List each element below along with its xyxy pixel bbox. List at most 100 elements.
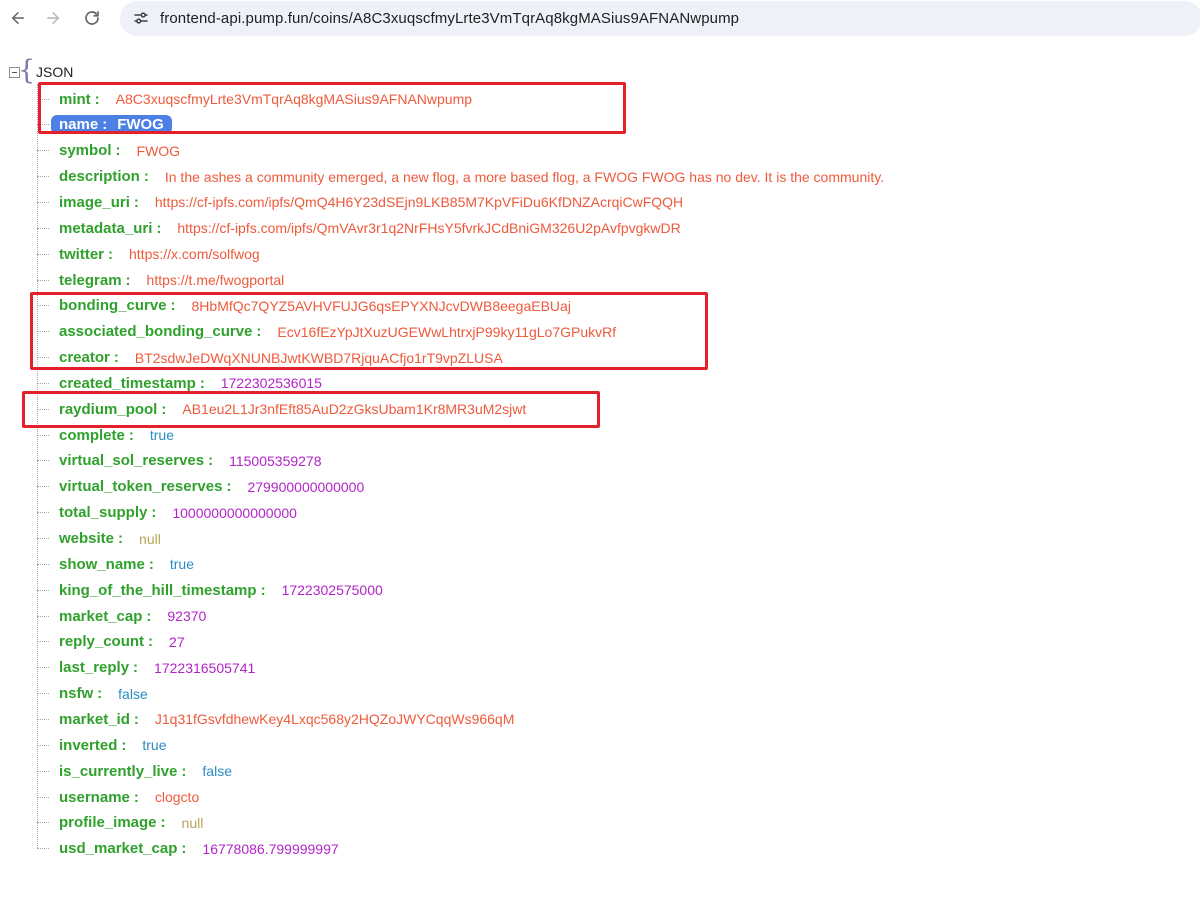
json-value: BT2sdwJeDWqXNUNBJwtKWBD7RjquACfjo1rT9vpZ… — [134, 349, 503, 366]
json-key: nsfw: — [59, 685, 102, 702]
json-key: show_name: — [59, 556, 154, 573]
json-key: market_cap: — [59, 608, 151, 625]
json-viewer: { JSON mint: A8C3xuqscfmyLrte3VmTqrAq8kgM… — [0, 0, 1200, 900]
json-key-text: virtual_sol_reserves — [59, 452, 205, 470]
json-key-text: metadata_uri — [59, 219, 153, 237]
json-row-description[interactable]: description: In the ashes a community eme… — [37, 165, 884, 189]
json-key: username: — [59, 789, 139, 806]
key-colon: : — [148, 633, 154, 651]
json-key: name: — [59, 116, 107, 133]
json-key-text: raydium_pool — [59, 400, 158, 418]
key-colon: : — [133, 193, 139, 211]
json-key: usd_market_cap: — [59, 840, 186, 857]
root-label: JSON — [36, 64, 74, 80]
json-key-text: twitter — [59, 245, 104, 263]
key-colon: : — [133, 710, 139, 728]
json-key: reply_count: — [59, 633, 153, 650]
json-key: profile_image: — [59, 814, 166, 831]
key-colon: : — [208, 452, 214, 470]
json-key-text: symbol — [59, 142, 112, 160]
json-key: inverted: — [59, 737, 126, 754]
json-key: symbol: — [59, 142, 121, 159]
json-value: A8C3xuqscfmyLrte3VmTqrAq8kgMASius9AFNANw… — [115, 91, 473, 107]
json-value: 1722302536015 — [220, 375, 322, 392]
json-row-reply-count[interactable]: reply_count:27 — [37, 630, 185, 654]
key-colon: : — [133, 659, 139, 677]
json-key-text: description — [59, 168, 140, 186]
json-value: 115005359278 — [229, 452, 322, 469]
key-colon: : — [151, 504, 157, 522]
json-row-bonding-curve[interactable]: bonding_curve:8HbMfQc7QYZ5AVHVFUJG6qsEPY… — [37, 294, 571, 318]
json-key: raydium_pool: — [59, 401, 166, 418]
json-key: virtual_sol_reserves: — [59, 452, 213, 469]
key-colon: : — [133, 788, 139, 806]
json-row-telegram[interactable]: telegram: https://t.me/fwogportal — [37, 268, 284, 292]
key-colon: : — [181, 840, 187, 858]
json-key: metadata_uri: — [59, 220, 161, 237]
json-key: king_of_the_hill_timestamp: — [59, 582, 266, 599]
json-row-creator[interactable]: creator: BT2sdwJeDWqXNUNBJwtKWBD7RjquACfj… — [37, 346, 503, 370]
json-key-text: mint — [59, 90, 91, 108]
json-row-market-cap[interactable]: market_cap:92370 — [37, 604, 206, 628]
json-key-text: total_supply — [59, 504, 148, 522]
json-value: FWOG — [136, 142, 181, 159]
json-value: https://t.me/fwogportal — [146, 272, 285, 288]
json-value: 1722316505741 — [154, 659, 256, 676]
json-row-name[interactable]: name: FWOG — [37, 113, 172, 137]
json-key-text: king_of_the_hill_timestamp — [59, 581, 257, 599]
key-colon: : — [97, 685, 103, 703]
json-row-created-timestamp[interactable]: created_timestamp: 1722302536015 — [37, 371, 322, 395]
json-key-text: reply_count — [59, 633, 145, 651]
json-row-complete[interactable]: complete: true — [37, 423, 174, 447]
json-value: 1000000000000000 — [172, 504, 297, 521]
json-row-market-id[interactable]: market_id: J1q31fGsvfdhewKey4Lxqc568y2HQZ… — [37, 707, 514, 731]
json-row-profile-image[interactable]: profile_image: null — [37, 811, 203, 835]
json-row-mint[interactable]: mint: A8C3xuqscfmyLrte3VmTqrAq8kgMASius9A… — [37, 87, 472, 111]
json-row-nsfw[interactable]: nsfw: false — [37, 682, 148, 706]
key-colon: : — [143, 168, 149, 186]
json-value: In the ashes a community emerged, a new … — [164, 168, 885, 185]
json-key-text: inverted — [59, 736, 118, 754]
key-colon: : — [148, 555, 154, 573]
json-row-total-supply[interactable]: total_supply:1000000000000000 — [37, 501, 297, 525]
json-row-twitter[interactable]: twitter: https://x.com/solfwog — [37, 242, 260, 266]
key-colon: : — [156, 219, 162, 237]
key-colon: : — [128, 426, 134, 444]
json-key-text: name — [59, 116, 99, 134]
json-row-inverted[interactable]: inverted: true — [37, 733, 166, 757]
key-colon: : — [226, 478, 232, 496]
json-row-symbol[interactable]: symbol: FWOG — [37, 139, 180, 163]
json-key: virtual_token_reserves: — [59, 478, 231, 495]
json-key: created_timestamp: — [59, 375, 205, 392]
json-row-website[interactable]: website: null — [37, 527, 161, 551]
json-key-text: last_reply — [59, 659, 130, 677]
json-key-text: bonding_curve — [59, 297, 167, 315]
selected-highlight[interactable]: name: FWOG — [51, 115, 172, 135]
key-colon: : — [181, 762, 187, 780]
json-row-virtual-sol-reserves[interactable]: virtual_sol_reserves:115005359278 — [37, 449, 322, 473]
json-row-king-of-the-hill-timestamp[interactable]: king_of_the_hill_timestamp: 1722302575000 — [37, 578, 383, 602]
json-row-virtual-token-reserves[interactable]: virtual_token_reserves:279900000000000 — [37, 475, 364, 499]
json-value: https://x.com/solfwog — [129, 246, 260, 263]
json-row-is-currently-live[interactable]: is_currently_live: false — [37, 759, 232, 783]
json-key-text: usd_market_cap — [59, 840, 178, 858]
json-row-last-reply[interactable]: last_reply:1722316505741 — [37, 656, 255, 680]
key-colon: : — [94, 90, 100, 108]
key-colon: : — [146, 607, 152, 625]
json-key-text: market_cap — [59, 607, 143, 625]
json-key-text: created_timestamp — [59, 374, 196, 392]
json-row-show-name[interactable]: show_name: true — [37, 552, 194, 576]
json-key-text: complete — [59, 426, 125, 444]
json-row-metadata-uri[interactable]: metadata_uri: https://cf-ipfs.com/ipfs/Qm… — [37, 216, 681, 240]
json-key: bonding_curve: — [59, 297, 176, 314]
json-row-raydium-pool[interactable]: raydium_pool: AB1eu2L1Jr3nfEft85AuD2zGksU… — [37, 397, 526, 421]
json-key: market_id: — [59, 711, 139, 728]
json-value: 1722302575000 — [281, 582, 383, 599]
json-key-text: associated_bonding_curve — [59, 323, 253, 341]
json-row-associated-bonding-curve[interactable]: associated_bonding_curve: Ecv16fEzYpJtXuz… — [37, 320, 616, 344]
json-row-username[interactable]: username: clogcto — [37, 785, 199, 809]
json-row-usd-market-cap[interactable]: usd_market_cap:16778086.799999997 — [37, 837, 339, 861]
json-row-image-uri[interactable]: image_uri: https://cf-ipfs.com/ipfs/QmQ4H… — [37, 190, 683, 214]
json-key-text: nsfw — [59, 685, 94, 703]
key-colon: : — [118, 530, 124, 547]
